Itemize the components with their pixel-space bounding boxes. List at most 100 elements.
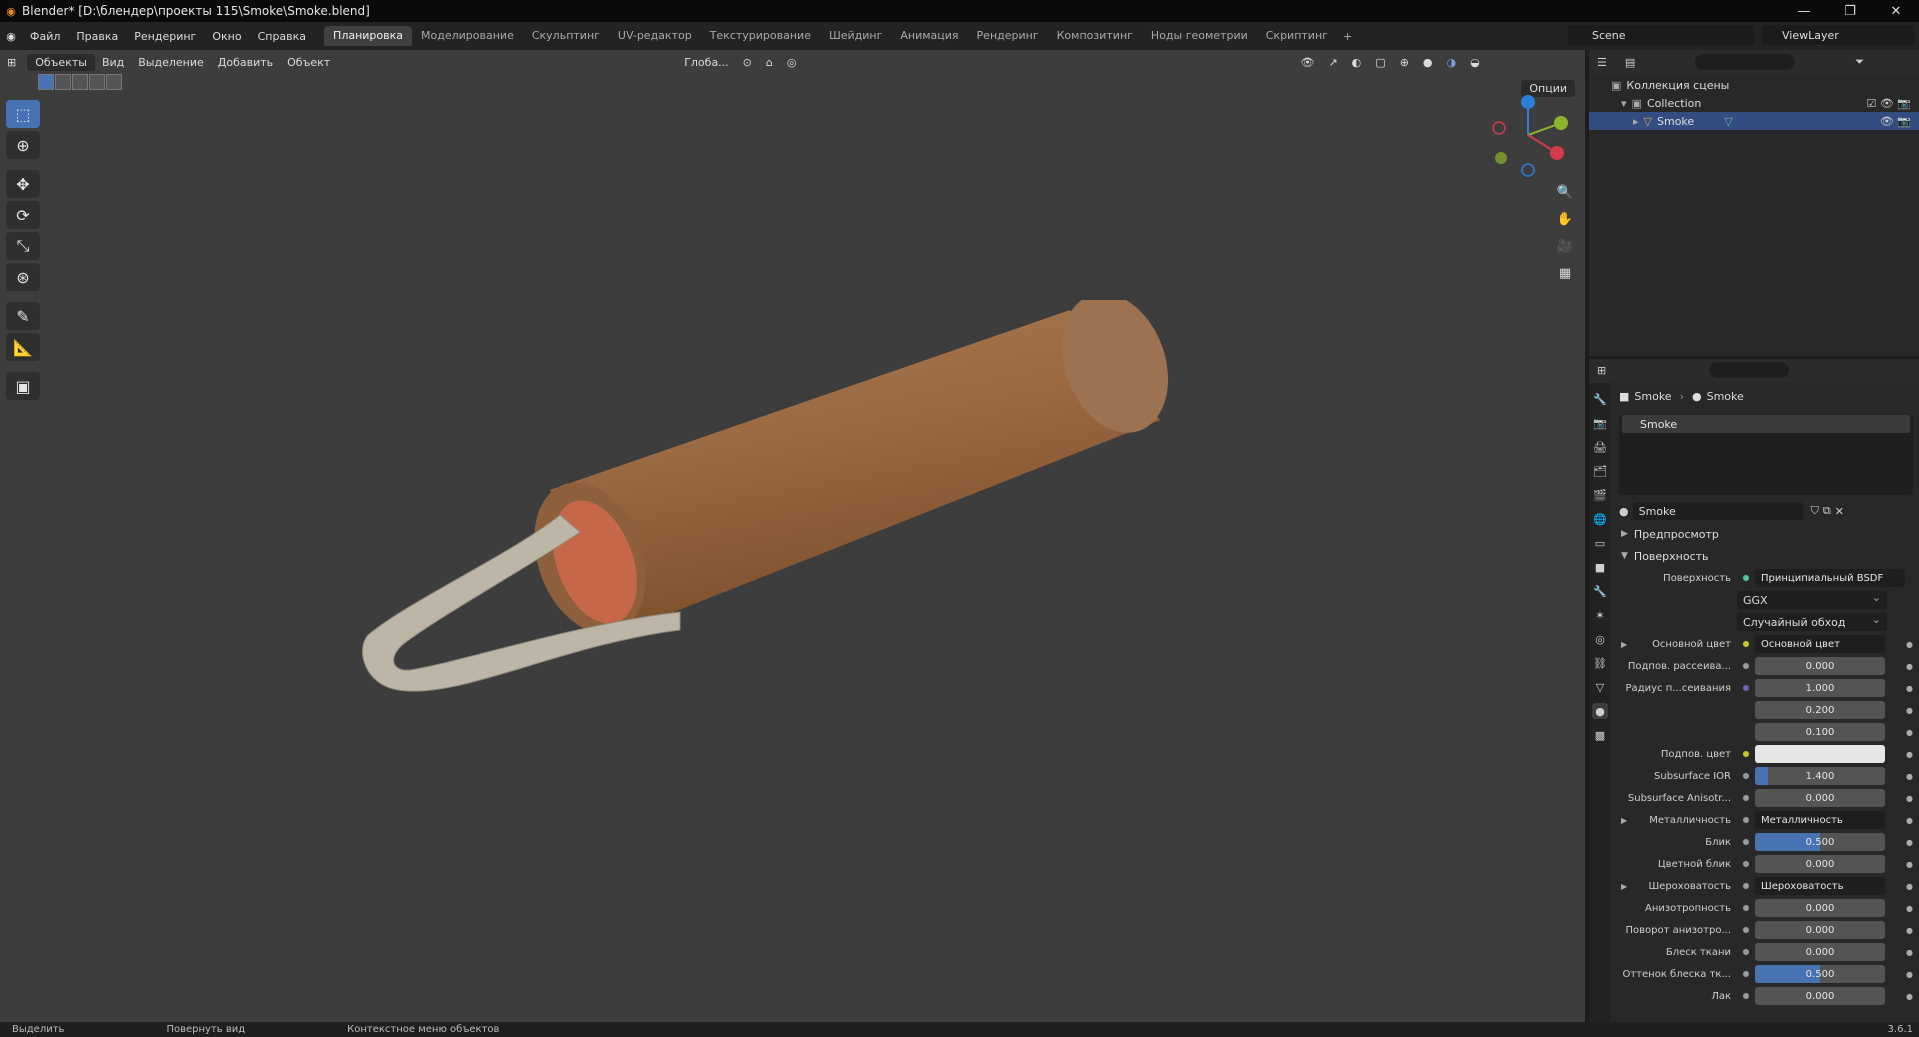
property-field[interactable]: 0.000 bbox=[1755, 855, 1885, 873]
menu-help[interactable]: Справка bbox=[250, 30, 314, 43]
keyframe-dot-icon[interactable]: ● bbox=[1906, 992, 1913, 1001]
select-intersect-icon[interactable] bbox=[106, 74, 122, 90]
rotate-icon[interactable]: ⟳ bbox=[6, 201, 40, 229]
properties-search-input[interactable] bbox=[1709, 362, 1789, 378]
collection-tab-icon[interactable]: ▭ bbox=[1592, 535, 1608, 551]
data-tab-icon[interactable]: ▽ bbox=[1592, 679, 1608, 695]
property-field[interactable]: 1.400 bbox=[1755, 767, 1885, 785]
transform-icon[interactable]: ⊛ bbox=[6, 263, 40, 291]
display-mode-icon[interactable]: ▤ bbox=[1625, 56, 1635, 69]
annotate-icon[interactable]: ✎ bbox=[6, 302, 40, 330]
cursor-icon[interactable]: ⊕ bbox=[6, 131, 40, 159]
editor-type-icon[interactable]: ⊞ bbox=[0, 56, 23, 69]
camera-view-icon[interactable]: 🎥 bbox=[1553, 234, 1577, 258]
keyframe-dot-icon[interactable]: ● bbox=[1906, 970, 1913, 979]
scale-icon[interactable]: ⤡ bbox=[6, 232, 40, 260]
menu-object[interactable]: Объект bbox=[280, 56, 337, 69]
tab-modeling[interactable]: Моделирование bbox=[412, 26, 523, 46]
expand-arrow-icon[interactable]: ▸ bbox=[1633, 115, 1639, 128]
add-cube-icon[interactable]: ▣ bbox=[6, 372, 40, 400]
property-field[interactable]: 1.000 bbox=[1755, 679, 1885, 697]
expand-arrow-icon[interactable]: ▶ bbox=[1621, 640, 1627, 649]
keyframe-dot-icon[interactable]: ● bbox=[1906, 926, 1913, 935]
editor-type-icon[interactable]: ⊞ bbox=[1597, 364, 1606, 377]
navigation-gizmo[interactable] bbox=[1483, 90, 1573, 180]
expand-arrow-icon[interactable]: ▶ bbox=[1621, 816, 1627, 825]
object-visibility-icons[interactable]: 👁 📷 bbox=[1880, 115, 1911, 128]
tab-shading[interactable]: Шейдинг bbox=[820, 26, 891, 46]
tab-layout[interactable]: Планировка bbox=[324, 26, 413, 46]
physics-tab-icon[interactable]: ◎ bbox=[1592, 631, 1608, 647]
world-tab-icon[interactable]: 🌐 bbox=[1592, 511, 1608, 527]
shading-solid-icon[interactable]: ● bbox=[1416, 56, 1440, 69]
property-field[interactable] bbox=[1755, 745, 1885, 763]
property-field[interactable]: 0.000 bbox=[1755, 987, 1885, 1005]
render-tab-icon[interactable]: 📷 bbox=[1592, 415, 1608, 431]
outliner-row-scene-collection[interactable]: ▣ Коллекция сцены bbox=[1589, 76, 1919, 94]
tab-uv-editing[interactable]: UV-редактор bbox=[609, 26, 701, 46]
menu-view[interactable]: Вид bbox=[95, 56, 131, 69]
keyframe-dot-icon[interactable]: ● bbox=[1906, 904, 1913, 913]
tab-rendering[interactable]: Рендеринг bbox=[968, 26, 1048, 46]
editor-type-icon[interactable]: ☰ bbox=[1597, 56, 1607, 69]
expand-arrow-icon[interactable]: ▶ bbox=[1621, 882, 1627, 891]
modifier-tab-icon[interactable]: 🔧 bbox=[1592, 583, 1608, 599]
tab-geometry-nodes[interactable]: Ноды геометрии bbox=[1142, 26, 1257, 46]
texture-tab-icon[interactable]: ▩ bbox=[1592, 727, 1608, 743]
keyframe-dot-icon[interactable]: ● bbox=[1906, 772, 1913, 781]
smoke-object-model[interactable] bbox=[350, 300, 1180, 840]
select-subtract-icon[interactable] bbox=[72, 74, 88, 90]
property-field[interactable]: 0.000 bbox=[1755, 789, 1885, 807]
xray-icon[interactable]: ▢ bbox=[1368, 56, 1392, 69]
material-browse-icon[interactable]: ● bbox=[1619, 505, 1629, 518]
material-tab-icon[interactable]: ● bbox=[1592, 703, 1608, 719]
transform-orientation-dropdown[interactable]: Глоба... bbox=[677, 56, 735, 69]
minimize-button[interactable]: — bbox=[1781, 0, 1827, 22]
particles-tab-icon[interactable]: ✶ bbox=[1592, 607, 1608, 623]
surface-shader-field[interactable]: Принципиальный BSDF bbox=[1755, 569, 1905, 587]
tool-tab-icon[interactable]: 🔧 bbox=[1592, 391, 1608, 407]
menu-file[interactable]: Файл bbox=[22, 30, 68, 43]
property-field[interactable]: Основной цвет bbox=[1755, 635, 1885, 653]
mode-dropdown[interactable]: Объекты bbox=[27, 53, 95, 71]
menu-add[interactable]: Добавить bbox=[211, 56, 280, 69]
blender-menu-icon[interactable]: ◉ bbox=[0, 30, 22, 43]
duplicate-material-icon[interactable]: ⧉ bbox=[1823, 504, 1831, 518]
tab-sculpting[interactable]: Скульптинг bbox=[523, 26, 609, 46]
tab-texture-paint[interactable]: Текстурирование bbox=[701, 26, 820, 46]
tab-compositing[interactable]: Композитинг bbox=[1048, 26, 1142, 46]
distribution-dropdown[interactable]: GGX bbox=[1737, 591, 1887, 609]
fake-user-icon[interactable]: ⛉ bbox=[1811, 504, 1819, 518]
property-field[interactable]: 0.100 bbox=[1755, 723, 1885, 741]
subsurface-method-dropdown[interactable]: Случайный обход bbox=[1737, 613, 1887, 631]
property-field[interactable]: 0.500 bbox=[1755, 965, 1885, 983]
maximize-button[interactable]: ❐ bbox=[1827, 0, 1873, 22]
keyframe-dot-icon[interactable]: ● bbox=[1906, 684, 1913, 693]
keyframe-dot-icon[interactable]: ● bbox=[1906, 838, 1913, 847]
outliner-row-collection[interactable]: ▾ ▣ Collection ☑ 👁 📷 bbox=[1589, 94, 1919, 112]
property-field[interactable]: 0.000 bbox=[1755, 899, 1885, 917]
shading-material-icon[interactable]: ◑ bbox=[1440, 56, 1464, 69]
select-box-icon[interactable]: ⬚ bbox=[6, 100, 40, 128]
measure-icon[interactable]: 📐 bbox=[6, 333, 40, 361]
property-field[interactable]: 0.000 bbox=[1755, 921, 1885, 939]
select-extend-icon[interactable] bbox=[55, 74, 71, 90]
collection-visibility-icons[interactable]: ☑ 👁 📷 bbox=[1866, 97, 1911, 110]
keyframe-dot-icon[interactable]: ● bbox=[1906, 662, 1913, 671]
zoom-icon[interactable]: 🔍 bbox=[1553, 180, 1577, 204]
keyframe-dot-icon[interactable]: ● bbox=[1906, 948, 1913, 957]
property-field[interactable]: Металличность bbox=[1755, 811, 1885, 829]
keyframe-dot-icon[interactable]: ● bbox=[1906, 706, 1913, 715]
keyframe-dot-icon[interactable]: ● bbox=[1906, 882, 1913, 891]
snap-icon[interactable]: ⌂ bbox=[759, 56, 780, 69]
shading-wireframe-icon[interactable]: ⊕ bbox=[1393, 56, 1416, 69]
3d-viewport[interactable]: ⊞ Объекты Вид Выделение Добавить Объект … bbox=[0, 50, 1585, 1022]
material-slot[interactable]: Smoke bbox=[1622, 415, 1910, 433]
keyframe-dot-icon[interactable]: ● bbox=[1906, 794, 1913, 803]
overlay-toggle-icon[interactable]: ◐ bbox=[1345, 56, 1369, 69]
object-tab-icon[interactable]: ■ bbox=[1592, 559, 1608, 575]
outliner-row-smoke[interactable]: ▸ ▽ Smoke ▽ 👁 📷 bbox=[1589, 112, 1919, 130]
viewlayer-selector[interactable]: ViewLayer bbox=[1762, 25, 1914, 45]
panel-surface[interactable]: ▼ Поверхность bbox=[1613, 545, 1917, 567]
constraints-tab-icon[interactable]: ⛓ bbox=[1592, 655, 1608, 671]
